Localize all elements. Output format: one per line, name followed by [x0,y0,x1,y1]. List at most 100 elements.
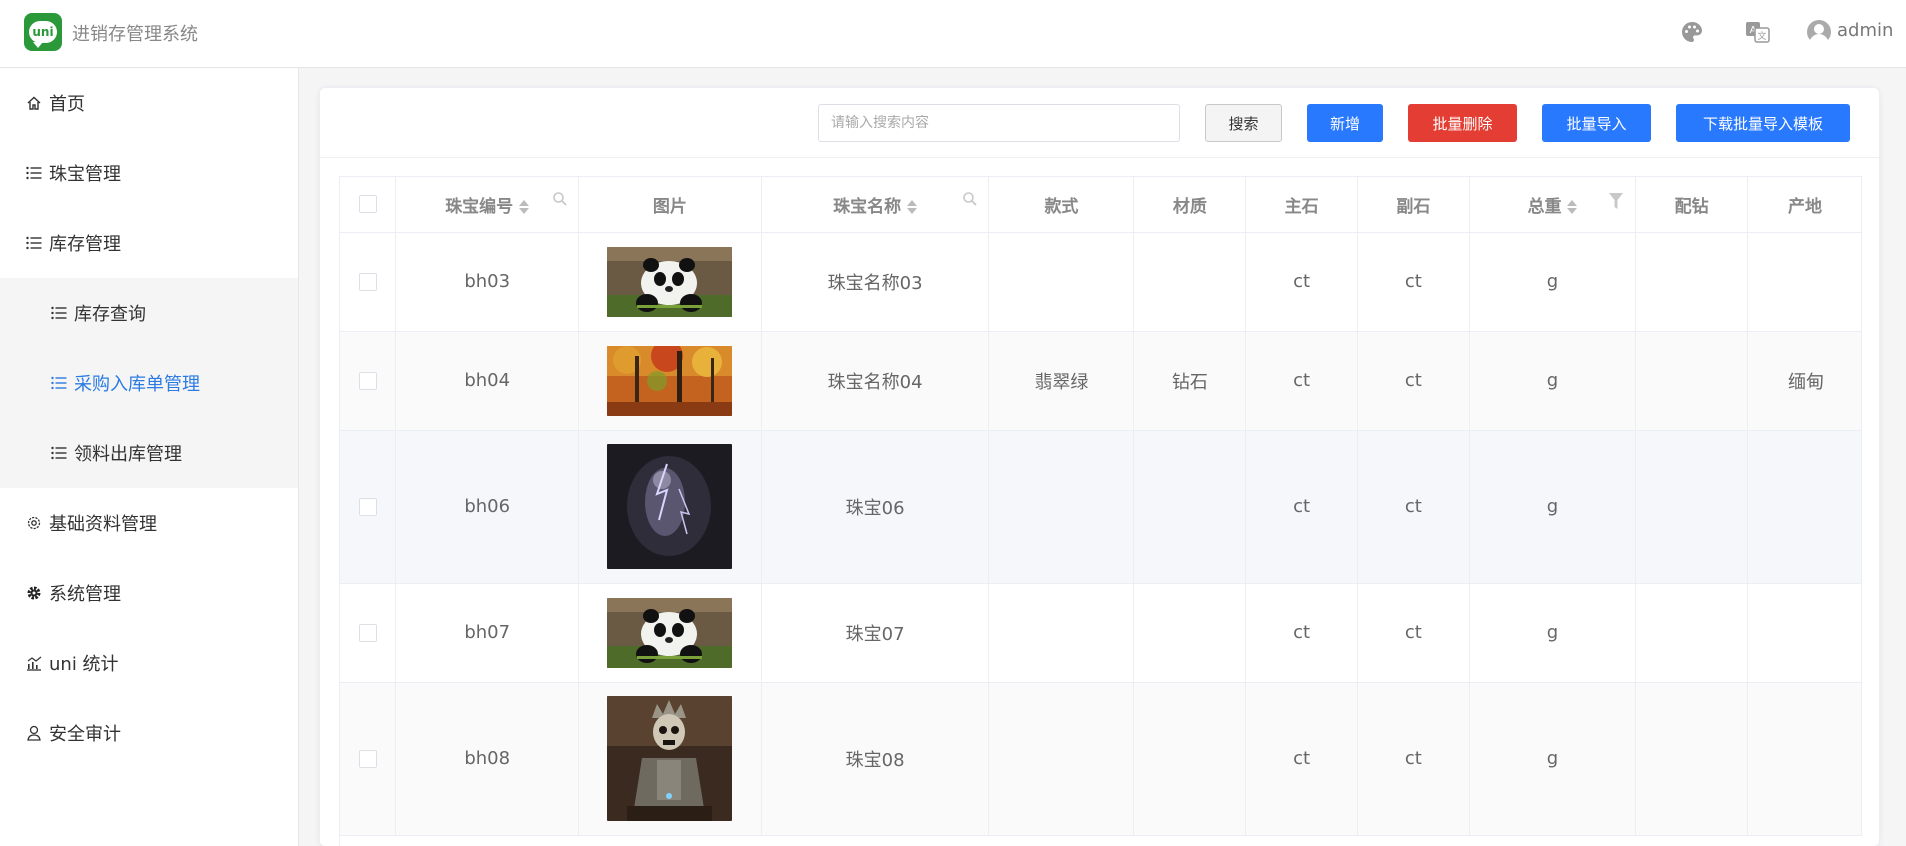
column-header[interactable]: 珠宝名称 [761,177,990,233]
row-checkbox-cell[interactable] [340,430,397,584]
sidebar-item-label: 系统管理 [49,584,121,605]
diamond-cell [1635,331,1748,431]
diamond-cell [1635,682,1748,836]
search-icon[interactable] [962,191,978,212]
table-row[interactable]: bh06 珠宝06 ct ct g [340,430,1862,584]
material-cell [1133,232,1247,332]
name-cell: 珠宝07 [761,583,990,683]
row-checkbox[interactable] [358,750,377,768]
sidebar-item-inventory[interactable]: 库存管理 [0,208,299,278]
sort-icon[interactable] [1567,199,1578,215]
image-cell [578,331,762,431]
code-cell: bh04 [395,331,579,431]
column-header: 款式 [988,177,1135,233]
table-row[interactable]: bh08 珠宝08 ct ct g [340,682,1862,836]
row-checkbox-cell[interactable] [340,583,397,683]
search-input[interactable] [818,104,1180,142]
column-header: 图片 [578,177,762,233]
user-icon[interactable] [1805,18,1833,46]
side-stone-cell: ct [1357,583,1470,683]
side-stone-cell: ct [1357,232,1470,332]
main-stone-cell: ct [1245,232,1358,332]
column-header-label: 图片 [652,196,687,217]
sidebar: 首页 珠宝管理 库存管理 库存查询 采购入库单管理 领料出库管理 基础资料管理 … [0,68,299,846]
origin-cell [1747,682,1862,836]
sidebar-item-uni-stats[interactable]: uni 统计 [0,628,299,698]
content-card: 搜索 新增 批量删除 批量导入 下载批量导入模板 珠宝编号 图片 珠宝名称 [319,87,1880,846]
batch-delete-button[interactable]: 批量删除 [1408,104,1517,142]
select-all-checkbox[interactable] [358,195,377,214]
sidebar-item-jewelry[interactable]: 珠宝管理 [0,138,299,208]
sidebar-item-label: 安全审计 [49,724,121,745]
sidebar-item-basic-data[interactable]: 基础资料管理 [0,488,299,558]
skeleton-king-image[interactable] [607,696,733,821]
download-template-button[interactable]: 下载批量导入模板 [1676,104,1850,142]
style-cell: 翡翠绿 [988,331,1135,431]
sidebar-item-system[interactable]: 系统管理 [0,558,299,628]
table-row[interactable]: bh07 珠宝07 ct ct g [340,583,1862,683]
main-stone-cell: ct [1245,430,1358,584]
table-row[interactable]: bh04 珠宝名称04 翡翠绿 钻石 ct ct g 缅甸 [340,331,1862,431]
column-header: 产地 [1747,177,1862,233]
storm-figure-image[interactable] [607,444,733,569]
translate-icon[interactable]: A文 [1744,18,1772,46]
sidebar-item-material-outbound[interactable]: 领料出库管理 [0,418,299,488]
row-checkbox-cell[interactable] [340,682,397,836]
sort-icon[interactable] [519,199,530,215]
batch-import-button[interactable]: 批量导入 [1542,104,1651,142]
column-header-label: 副石 [1396,196,1431,217]
data-table: 珠宝编号 图片 珠宝名称 款式 材质 主石 副石 总重 配钻 产地 bh03 珠… [339,176,1862,846]
weight-cell: g [1469,583,1637,683]
panda-image[interactable] [607,597,733,668]
style-cell [988,232,1135,332]
select-all-checkbox-cell[interactable] [340,177,397,233]
material-cell [1133,430,1247,584]
image-cell [578,232,762,332]
column-header[interactable]: 总重 [1469,177,1637,233]
column-header: 主石 [1245,177,1358,233]
panda-image[interactable] [607,246,733,317]
add-button[interactable]: 新增 [1307,104,1383,142]
sidebar-item-label: 基础资料管理 [49,514,157,535]
column-header-label: 款式 [1044,196,1079,217]
code-cell: bh08 [395,682,579,836]
table-row[interactable]: bh03 珠宝名称03 ct ct g [340,232,1862,332]
material-cell [1133,583,1247,683]
row-checkbox[interactable] [358,372,377,390]
main-stone-cell: ct [1245,583,1358,683]
sort-icon[interactable] [907,199,918,215]
app-logo[interactable]: uni [24,13,62,51]
row-checkbox[interactable] [358,273,377,291]
sidebar-item-label: 领料出库管理 [74,444,182,465]
sidebar-item-purchase-receipt[interactable]: 采购入库单管理 [0,348,299,418]
sidebar-item-inventory-query[interactable]: 库存查询 [0,278,299,348]
palette-icon[interactable] [1678,18,1706,46]
weight-cell: g [1469,232,1637,332]
row-checkbox[interactable] [358,624,377,642]
filter-icon[interactable] [1609,193,1624,214]
column-header-label: 珠宝编号 [445,196,514,217]
column-header[interactable]: 珠宝编号 [395,177,579,233]
column-header: 副石 [1357,177,1470,233]
row-checkbox-cell[interactable] [340,331,397,431]
row-checkbox-cell[interactable] [340,232,397,332]
column-header-label: 主石 [1284,196,1319,217]
name-cell: 珠宝06 [761,430,990,584]
search-icon[interactable] [552,191,568,212]
sidebar-item-security-audit[interactable]: 安全审计 [0,698,299,768]
username[interactable]: admin [1837,20,1893,41]
gear-icon [25,585,43,601]
column-header: 配钻 [1635,177,1748,233]
sidebar-item-home[interactable]: 首页 [0,68,299,138]
side-stone-cell: ct [1357,430,1470,584]
diamond-cell [1635,430,1748,584]
weight-cell: g [1469,331,1637,431]
autumn-forest-image[interactable] [607,345,733,416]
origin-cell [1747,583,1862,683]
search-button[interactable]: 搜索 [1205,104,1282,142]
table-header-row: 珠宝编号 图片 珠宝名称 款式 材质 主石 副石 总重 配钻 产地 [340,177,1862,233]
row-checkbox[interactable] [358,498,377,516]
list-icon [50,376,68,390]
diamond-cell [1635,232,1748,332]
sidebar-item-label: uni 统计 [49,654,119,675]
